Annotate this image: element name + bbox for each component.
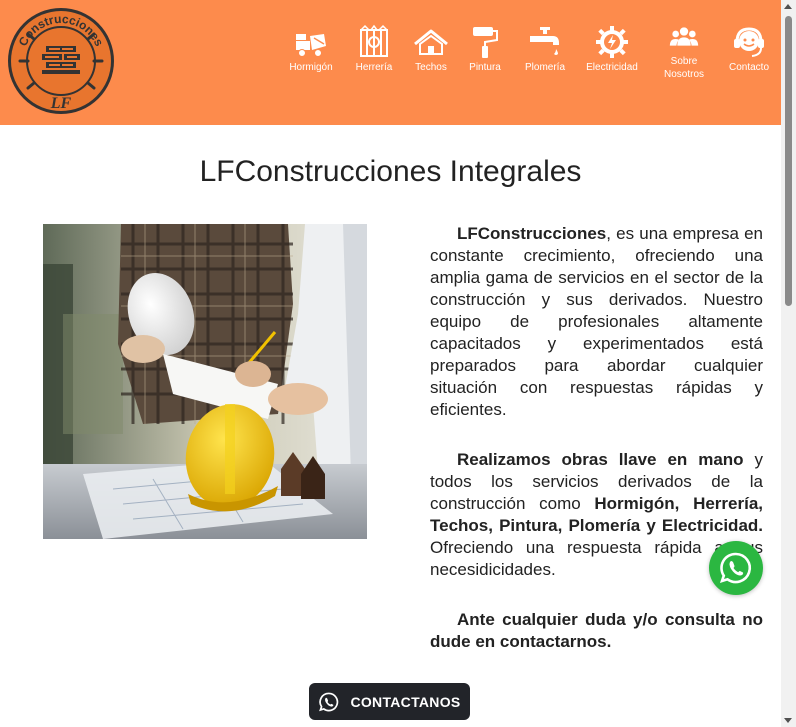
- iron-gate-icon: [360, 24, 388, 57]
- team-icon: [669, 27, 699, 46]
- nav-item-pintura[interactable]: Pintura: [467, 24, 503, 74]
- nav-label-electricidad: Electricidad: [586, 62, 638, 73]
- support-headset-icon: [734, 27, 764, 57]
- nav-label-pintura: Pintura: [469, 62, 501, 73]
- nav-item-hormigon[interactable]: Hormigón: [283, 24, 339, 74]
- nav-item-electricidad[interactable]: Electricidad: [585, 24, 639, 74]
- whatsapp-icon: [719, 552, 752, 584]
- construction-workers-photo: [43, 224, 367, 539]
- nav-label-contacto: Contacto: [728, 62, 770, 73]
- logo-bottom-text: LF: [50, 95, 72, 112]
- services-lead: Realizamos obras llave en mano: [457, 450, 744, 469]
- intro-text: LFConstrucciones, es una empresa en cons…: [430, 223, 763, 681]
- company-name: LFConstrucciones: [457, 224, 607, 243]
- nav-item-contacto[interactable]: Contacto: [726, 24, 772, 74]
- site-header: Construcciones LF Hormigón Herrería Tech…: [0, 0, 781, 125]
- electricity-gear-icon: [596, 26, 628, 58]
- nav-item-sobre-nosotros[interactable]: Sobre Nosotros: [659, 24, 709, 81]
- scroll-up-arrow-icon[interactable]: [784, 4, 792, 9]
- nav-item-techos[interactable]: Techos: [411, 24, 451, 74]
- paragraph-contact: Ante cualquier duda y/o consulta no dude…: [430, 609, 763, 653]
- contact-button-label: CONTACTANOS: [350, 693, 461, 710]
- vertical-scrollbar[interactable]: [781, 0, 796, 727]
- page-title: LFConstrucciones Integrales: [199, 155, 582, 188]
- contact-button[interactable]: CONTACTANOS: [309, 683, 470, 720]
- scroll-down-arrow-icon[interactable]: [784, 718, 792, 723]
- whatsapp-icon: [319, 692, 339, 711]
- concrete-mixer-icon: [296, 34, 326, 57]
- site-logo[interactable]: Construcciones LF: [6, 6, 116, 116]
- nav-label-hormigon: Hormigón: [289, 62, 333, 73]
- about-text: , es una empresa en constante crecimient…: [430, 224, 763, 419]
- nav-item-herreria[interactable]: Herrería: [353, 24, 395, 74]
- roof-icon: [414, 29, 448, 55]
- nav-label-sobre-nosotros: Sobre Nosotros: [663, 56, 704, 80]
- whatsapp-float-button[interactable]: [709, 541, 763, 595]
- paragraph-about: LFConstrucciones, es una empresa en cons…: [430, 223, 763, 421]
- nav-label-techos: Techos: [415, 62, 447, 73]
- scrollbar-thumb[interactable]: [785, 16, 792, 306]
- nav-label-herreria: Herrería: [355, 62, 393, 73]
- paint-roller-icon: [473, 27, 498, 58]
- nav-label-plomeria: Plomería: [524, 62, 565, 73]
- contact-prompt: Ante cualquier duda y/o consulta no dude…: [430, 610, 763, 651]
- nav-item-plomeria[interactable]: Plomería: [522, 24, 568, 74]
- faucet-icon: [530, 27, 559, 55]
